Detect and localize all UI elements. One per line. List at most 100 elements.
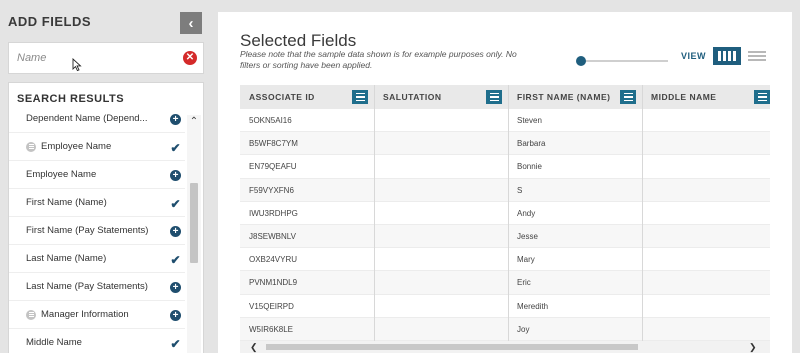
search-result-item[interactable]: Employee Name ✔	[9, 133, 185, 161]
table-cell	[374, 271, 508, 294]
table-cell	[642, 132, 770, 155]
add-field-plus-icon[interactable]: +	[170, 310, 181, 321]
table-cell	[642, 179, 770, 202]
table-row: OXB24VYRU Mary	[240, 248, 770, 272]
table-cell	[374, 132, 508, 155]
results-scrollbar-thumb[interactable]	[190, 183, 198, 263]
column-menu-icon[interactable]	[620, 90, 636, 104]
table-cell: Meredith	[517, 301, 549, 311]
grid-scrollbar-thumb[interactable]	[266, 344, 638, 350]
table-row: J8SEWBNLV Jesse	[240, 224, 770, 249]
table-cell: Bonnie	[517, 162, 542, 172]
add-field-plus-icon[interactable]: +	[170, 226, 181, 237]
table-cell	[642, 225, 770, 248]
table-cell: F59VYXFN6	[249, 185, 294, 195]
table-row: V15QEIRPD Meredith	[240, 295, 770, 318]
table-cell: Joy	[517, 324, 530, 334]
search-result-label: First Name (Pay Statements)	[26, 225, 149, 236]
table-row: PVNM1NDL9 Eric	[240, 271, 770, 295]
column-divider[interactable]	[374, 85, 375, 353]
add-fields-title: ADD FIELDS	[8, 14, 91, 29]
search-result-item[interactable]: First Name (Pay Statements) +	[9, 217, 185, 245]
search-result-item[interactable]: Manager Information +	[9, 301, 185, 329]
table-cell	[642, 155, 770, 178]
selected-fields-panel: Selected Fields Please note that the sam…	[218, 12, 792, 353]
table-cell: Barbara	[517, 139, 546, 149]
column-header-label: SALUTATION	[383, 92, 442, 102]
table-cell: Andy	[517, 208, 536, 218]
table-cell	[642, 295, 770, 318]
table-cell: J8SEWBNLV	[249, 231, 296, 241]
scroll-up-arrow-icon[interactable]: ⌃	[188, 117, 200, 127]
search-result-item[interactable]: Last Name (Name) ✔	[9, 245, 185, 273]
field-added-check-icon[interactable]: ✔	[170, 142, 181, 154]
results-scrollbar[interactable]: ⌃	[187, 115, 201, 353]
column-header-label: ASSOCIATE ID	[249, 92, 315, 102]
column-menu-icon[interactable]	[486, 90, 502, 104]
view-label: VIEW	[681, 51, 707, 61]
grid-horizontal-scrollbar[interactable]: ❮ ❯	[240, 341, 770, 353]
table-row: W5IR6K8LE Joy	[240, 317, 770, 341]
list-view-button[interactable]	[744, 47, 770, 65]
column-header-label: FIRST NAME (NAME)	[517, 92, 611, 102]
column-width-slider-handle[interactable]	[576, 56, 586, 66]
selected-fields-title: Selected Fields	[240, 31, 357, 50]
search-result-label: Last Name (Name)	[26, 253, 107, 264]
chevron-left-icon: ‹	[188, 14, 194, 32]
search-results-title: SEARCH RESULTS	[17, 93, 125, 105]
field-added-check-icon[interactable]: ✔	[170, 254, 181, 266]
search-result-item[interactable]: Last Name (Pay Statements) +	[9, 273, 185, 301]
table-cell: PVNM1NDL9	[249, 278, 298, 288]
table-cell	[374, 179, 508, 202]
scroll-left-arrow-icon[interactable]: ❮	[250, 342, 258, 353]
table-cell	[374, 202, 508, 225]
search-results-list: Dependent Name (Depend... + Employee Name ✔…	[9, 105, 185, 353]
clear-search-icon[interactable]: ✕	[183, 51, 197, 65]
table-cell: OXB24VYRU	[249, 255, 298, 265]
search-result-label: Manager Information	[41, 309, 129, 320]
sample-data-grid: ASSOCIATE ID SALUTATION FIRST NAME (NAME) M…	[240, 85, 770, 353]
field-added-check-icon[interactable]: ✔	[170, 198, 181, 210]
search-result-item[interactable]: Middle Name ✔	[9, 329, 185, 353]
table-cell	[374, 109, 508, 132]
column-width-slider-track[interactable]	[582, 60, 668, 62]
table-row: 5OKN5AI16 Steven	[240, 109, 770, 133]
table-cell: EN79QEAFU	[249, 162, 297, 172]
column-divider[interactable]	[642, 85, 643, 353]
search-result-item[interactable]: First Name (Name) ✔	[9, 189, 185, 217]
mouse-cursor-icon	[72, 58, 82, 72]
table-row: IWU3RDHPG Andy	[240, 202, 770, 225]
search-result-item[interactable]: Dependent Name (Depend... +	[9, 105, 185, 133]
column-menu-icon[interactable]	[352, 90, 368, 104]
table-cell: Eric	[517, 278, 531, 288]
grid-view-button[interactable]	[713, 47, 741, 65]
field-added-check-icon[interactable]: ✔	[170, 338, 181, 350]
list-view-icon	[748, 51, 766, 53]
search-result-label: Middle Name	[26, 337, 82, 348]
add-field-plus-icon[interactable]: +	[170, 114, 181, 125]
search-result-label: First Name (Name)	[26, 197, 107, 208]
column-header: MIDDLE NAME	[642, 85, 770, 109]
field-search-input[interactable]	[9, 43, 169, 73]
table-cell: V15QEIRPD	[249, 301, 294, 311]
search-result-item[interactable]: Employee Name +	[9, 161, 185, 189]
add-field-plus-icon[interactable]: +	[170, 282, 181, 293]
table-cell	[374, 295, 508, 318]
add-field-plus-icon[interactable]: +	[170, 170, 181, 181]
search-result-label: Employee Name	[41, 141, 112, 152]
table-cell	[642, 202, 770, 225]
column-header-label: MIDDLE NAME	[651, 92, 717, 102]
search-results-box: SEARCH RESULTS Dependent Name (Depend...…	[8, 82, 204, 353]
scroll-right-arrow-icon[interactable]: ❯	[749, 342, 757, 353]
table-cell	[642, 271, 770, 294]
table-row: EN79QEAFU Bonnie	[240, 155, 770, 179]
collapse-panel-button[interactable]: ‹	[180, 12, 202, 34]
table-cell: Mary	[517, 255, 535, 265]
table-cell: S	[517, 185, 523, 195]
table-cell: W5IR6K8LE	[249, 324, 294, 334]
table-cell: B5WF8C7YM	[249, 139, 298, 149]
column-menu-icon[interactable]	[754, 90, 770, 104]
table-cell	[642, 248, 770, 271]
column-divider[interactable]	[508, 85, 509, 353]
search-result-label: Dependent Name (Depend...	[26, 113, 148, 124]
